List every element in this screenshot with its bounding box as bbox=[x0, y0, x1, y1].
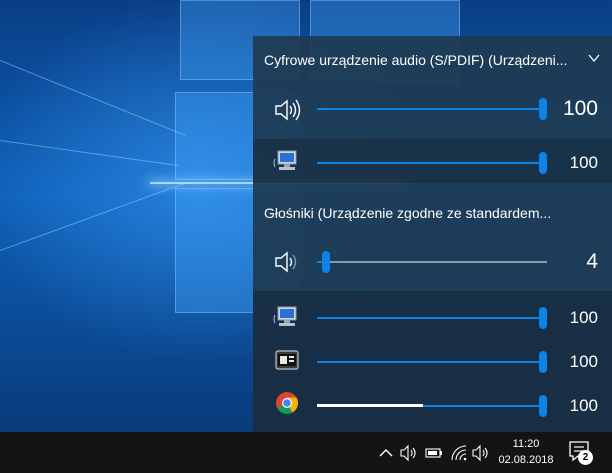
volume-slider[interactable] bbox=[317, 351, 547, 373]
clock-date: 02.08.2018 bbox=[498, 454, 554, 466]
app-volume-row-system-sounds: 100 bbox=[253, 139, 612, 183]
notification-count-badge: 2 bbox=[578, 450, 593, 465]
device-selector-spdif[interactable]: Cyfrowe urządzenie audio (S/PDIF) (Urząd… bbox=[253, 38, 612, 82]
slider-fill bbox=[317, 361, 547, 363]
volume-slider[interactable] bbox=[317, 98, 547, 120]
volume-flyout: Cyfrowe urządzenie audio (S/PDIF) (Urząd… bbox=[253, 36, 612, 432]
app-volume-row-system-sounds: 100 bbox=[253, 295, 612, 339]
media-app-icon bbox=[275, 350, 299, 370]
slider-thumb[interactable] bbox=[539, 351, 547, 373]
volume-value: 100 bbox=[569, 153, 598, 172]
master-volume-row-speakers: 4 bbox=[253, 235, 612, 291]
slider-thumb[interactable] bbox=[322, 251, 330, 273]
speaker-low-icon[interactable] bbox=[273, 250, 301, 274]
volume-slider[interactable] bbox=[317, 395, 547, 417]
clock-time: 11:20 bbox=[512, 438, 540, 450]
device-name: Głośniki (Urządzenie zgodne ze standarde… bbox=[264, 205, 552, 221]
speaker-icon[interactable] bbox=[400, 444, 418, 462]
volume-value: 4 bbox=[586, 250, 598, 273]
wallpaper-ray bbox=[0, 181, 189, 251]
device-selector-speakers[interactable]: Głośniki (Urządzenie zgodne ze standarde… bbox=[253, 191, 612, 235]
slider-fill bbox=[317, 108, 547, 110]
system-sounds-icon bbox=[273, 306, 297, 326]
volume-slider[interactable] bbox=[317, 152, 547, 174]
audio-peak-meter bbox=[317, 404, 423, 407]
slider-fill bbox=[317, 317, 547, 319]
app-volume-row-chrome: 100 bbox=[253, 383, 612, 427]
volume-value: 100 bbox=[562, 97, 598, 120]
device-name: Cyfrowe urządzenie audio (S/PDIF) (Urząd… bbox=[264, 52, 568, 68]
system-sounds-icon bbox=[273, 150, 297, 170]
speaker-icon[interactable] bbox=[273, 98, 301, 122]
chevron-down-icon[interactable] bbox=[588, 52, 600, 64]
slider-fill bbox=[317, 162, 547, 164]
volume-slider[interactable] bbox=[317, 307, 547, 329]
volume-value: 100 bbox=[569, 352, 598, 371]
volume-value: 100 bbox=[569, 308, 598, 327]
wifi-icon[interactable] bbox=[450, 444, 468, 462]
wallpaper-ray bbox=[0, 140, 179, 167]
slider-thumb[interactable] bbox=[539, 152, 547, 174]
wallpaper-ray bbox=[0, 60, 186, 136]
slider-thumb[interactable] bbox=[539, 395, 547, 417]
battery-icon[interactable] bbox=[425, 444, 443, 462]
speaker-icon[interactable] bbox=[472, 444, 490, 462]
slider-thumb[interactable] bbox=[539, 307, 547, 329]
app-volume-list: 100 100 100 bbox=[253, 291, 612, 432]
taskbar-clock[interactable]: 11:20 02.08.2018 bbox=[496, 436, 556, 468]
chevron-up-icon[interactable] bbox=[377, 444, 395, 462]
slider-thumb[interactable] bbox=[539, 98, 547, 120]
chrome-icon bbox=[276, 392, 298, 414]
volume-value: 100 bbox=[569, 396, 598, 415]
app-volume-row-media: 100 bbox=[253, 339, 612, 383]
master-volume-row-spdif: 100 bbox=[253, 82, 612, 138]
taskbar: 11:20 02.08.2018 2 bbox=[0, 432, 612, 473]
volume-slider[interactable] bbox=[317, 251, 547, 273]
